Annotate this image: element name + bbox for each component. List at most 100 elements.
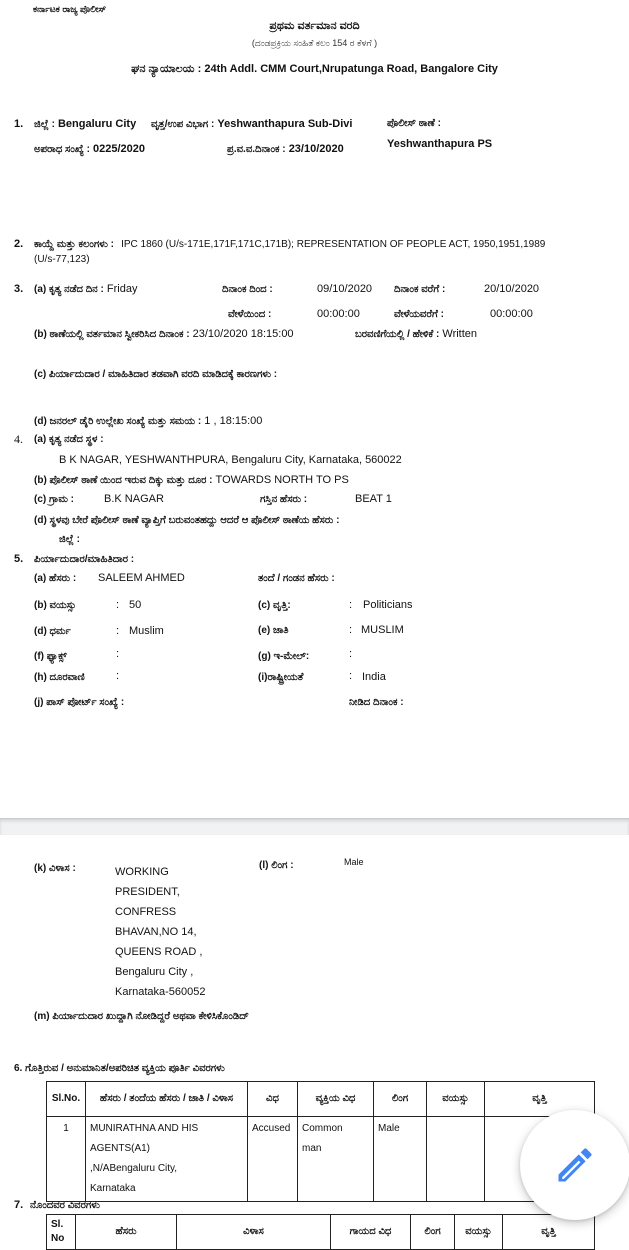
email-label: (g) ಇ-ಮೇಲ್: bbox=[258, 651, 310, 662]
col-header-age: ವಯಸ್ಸು bbox=[454, 1214, 503, 1250]
edit-fab-button[interactable] bbox=[520, 1110, 629, 1220]
fax-colon: : bbox=[116, 648, 120, 660]
occupation-value: Politicians bbox=[363, 599, 413, 611]
offence-day-field: (a) ಕೃತ್ಯ ನಡೆದ ದಿನ : Friday bbox=[34, 283, 137, 295]
subdivision-value: Yeshwanthapura Sub-Divi bbox=[217, 118, 353, 130]
cell-type: Accused bbox=[247, 1116, 298, 1202]
col-header-name-address: ಹೆಸರು / ತಂದೆಯ ಹೆಸರು / ಜಾತಿ / ವಿಳಾಸ bbox=[85, 1081, 248, 1117]
address-value: WORKING PRESIDENT, CONFRESS BHAVAN,NO 14… bbox=[115, 862, 206, 1002]
place-of-occurrence-value: B K NAGAR, YESHWANTHPURA, Bengaluru City… bbox=[59, 454, 402, 466]
district-label: ಜಿಲ್ಲೆ : bbox=[34, 119, 55, 130]
religion-label: (d) ಧರ್ಮ bbox=[34, 626, 71, 637]
col-header-occupation: ವೃತ್ತಿ bbox=[502, 1214, 595, 1250]
victims-table: Sl. No ಹೆಸರು ವಿಳಾಸ ಗಾಯದ ವಿಧ ಲಿಂಗ ವಯಸ್ಸು … bbox=[46, 1214, 595, 1250]
cell-name-address: MUNIRATHNA AND HIS AGENTS(A1) ,N/ABengal… bbox=[85, 1116, 248, 1202]
name-line: ,N/ABengaluru City, bbox=[90, 1163, 178, 1174]
age-label: (b) ವಯಸ್ಸು bbox=[34, 600, 77, 611]
col-header-gender: ಲಿಂಗ bbox=[410, 1214, 455, 1250]
written-oral-label: ಬರವಣಿಗೆಯಲ್ಲಿ / ಹೇಳಿಕೆ : bbox=[355, 329, 440, 340]
col-header-injury-type: ಗಾಯದ ವಿಧ bbox=[330, 1214, 411, 1250]
address-line: PRESIDENT, bbox=[115, 886, 180, 898]
acts-label: ಕಾಯ್ದೆ ಮತ್ತು ಕಲಂಗಳು : bbox=[34, 239, 114, 250]
address-line: QUEENS ROAD , bbox=[115, 946, 203, 958]
time-from-label: ವೇಳೆಯಿಂದ : bbox=[228, 309, 272, 320]
acts-value-line-1: IPC 1860 (U/s-171E,171F,171C,171B); REPR… bbox=[121, 239, 546, 250]
beat-value: BEAT 1 bbox=[355, 493, 392, 505]
general-diary-label: (d) ಜನರಲ್ ಡೈರಿ ಉಲ್ಲೇಖ ಸಂಖ್ಯೆ ಮತ್ತು ಸಮಯ : bbox=[34, 416, 202, 427]
fir-date-value: 23/10/2020 bbox=[288, 143, 344, 155]
col-header-type: ವಿಧ bbox=[247, 1081, 298, 1117]
direction-distance-label: (b) ಪೊಲೀಸ್ ಠಾಣೆ ಯಿಂದ ಇರುವ ದಿಕ್ಕು ಮತ್ತು ದ… bbox=[34, 475, 213, 486]
info-received-value: 23/10/2020 18:15:00 bbox=[192, 328, 294, 340]
village-value: B.K NAGAR bbox=[104, 493, 164, 505]
section-7-number: 7. bbox=[14, 1199, 24, 1211]
person-type-line: man bbox=[302, 1143, 322, 1154]
other-ps-label: (d) ಸ್ಥಳವು ಬೇರೆ ಪೊಲೀಸ್ ಠಾಣೆ ವ್ಯಾಪ್ತಿಗೆ ಬ… bbox=[34, 515, 340, 526]
address-line: WORKING bbox=[115, 866, 169, 878]
org-name: ಕರ್ನಾಟಕ ರಾಜ್ಯ ಪೊಲೀಸ್ bbox=[33, 4, 107, 14]
address-label: (k) ವಿಳಾಸ : bbox=[34, 863, 76, 874]
cell-age bbox=[426, 1116, 485, 1202]
other-ps-district-label: ಜಿಲ್ಲೆ : bbox=[59, 534, 80, 545]
crime-number-label: ಅಪರಾಧ ಸಂಖ್ಯೆ : bbox=[34, 144, 90, 155]
address-line: CONFRESS bbox=[115, 906, 177, 918]
section-5-number: 5. bbox=[14, 553, 24, 565]
police-station-label: ಪೊಲೀಸ್ ಠಾಣೆ : bbox=[387, 118, 441, 129]
nationality-colon: : bbox=[349, 670, 353, 682]
person-type-line: Common bbox=[302, 1123, 343, 1134]
address-line: Bengaluru City , bbox=[115, 966, 194, 978]
section-4-number: 4. bbox=[14, 432, 23, 446]
cell-sl-no: 1 bbox=[46, 1116, 86, 1202]
name-line: Karnataka bbox=[90, 1183, 136, 1194]
name-line: MUNIRATHNA AND HIS bbox=[90, 1123, 199, 1134]
district-field: ಜಿಲ್ಲೆ : Bengaluru City bbox=[34, 118, 136, 130]
delay-reasons-label: (c) ಪಿರ್ಯಾದುದಾರ / ಮಾಹಿತಿದಾರ ತಡವಾಗಿ ವರದಿ … bbox=[34, 369, 278, 380]
passport-number-label: (j) ಪಾಸ್ ಪೋರ್ಟ್ ಸಂಖ್ಯೆ : bbox=[34, 697, 125, 708]
col-header-sl-no: Sl.No. bbox=[46, 1081, 86, 1117]
district-value: Bengaluru City bbox=[57, 118, 137, 130]
accused-table-header: Sl.No. ಹೆಸರು / ತಂದೆಯ ಹೆಸರು / ಜಾತಿ / ವಿಳಾ… bbox=[46, 1081, 595, 1117]
nationality-label: (i)ರಾಷ್ಟ್ರೀಯತೆ bbox=[258, 672, 304, 683]
nationality-value: India bbox=[362, 671, 386, 683]
address-line: BHAVAN,NO 14, bbox=[115, 926, 197, 938]
time-from-value: 00:00:00 bbox=[317, 308, 360, 320]
col-header-person-type: ವ್ಯಕ್ತಿಯ ವಿಧ bbox=[297, 1081, 374, 1117]
occupation-label: (c) ವೃತ್ತಿ: bbox=[258, 600, 291, 611]
phone-label: (h) ದೂರವಾಣಿ bbox=[34, 672, 85, 683]
pencil-edit-icon bbox=[558, 1148, 592, 1182]
accused-table: Sl.No. ಹೆಸರು / ತಂದೆಯ ಹೆಸರು / ಜಾತಿ / ವಿಳಾ… bbox=[46, 1081, 595, 1202]
document-page-1: ಕರ್ನಾಟಕ ರಾಜ್ಯ ಪೊಲೀಸ್ ಪ್ರಥಮ ವರ್ತಮಾನ ವರದಿ … bbox=[0, 0, 629, 818]
offence-day-value: Friday bbox=[106, 283, 138, 295]
court-line: ಘನ ನ್ಯಾಯಾಲಯ : 24th Addl. CMM Court,Nrupa… bbox=[0, 63, 629, 76]
written-oral-value: Written bbox=[442, 328, 478, 340]
acts-value-line-2: (U/s-77,123) bbox=[34, 254, 90, 265]
section-7-title: ನೊಂದವರ ವಿವರಗಳು bbox=[30, 1200, 100, 1211]
date-to-value: 20/10/2020 bbox=[484, 283, 540, 295]
table-row: 1 MUNIRATHNA AND HIS AGENTS(A1) ,N/ABeng… bbox=[46, 1116, 595, 1202]
phone-colon: : bbox=[116, 670, 120, 682]
court-value: 24th Addl. CMM Court,Nrupatunga Road, Ba… bbox=[204, 63, 498, 75]
victims-table-header: Sl. No ಹೆಸರು ವಿಳಾಸ ಗಾಯದ ವಿಧ ಲಿಂಗ ವಯಸ್ಸು … bbox=[46, 1214, 595, 1250]
age-colon: : bbox=[116, 599, 120, 611]
gender-label: (l) ಲಿಂಗ : bbox=[259, 860, 294, 871]
page-break-gap bbox=[0, 818, 629, 836]
age-value: 50 bbox=[129, 599, 142, 611]
religion-value: Muslim bbox=[129, 625, 164, 637]
fax-label: (f) ಫ್ಯಾಕ್ಸ್ bbox=[34, 651, 67, 662]
passport-issue-date-label: ನೀಡಿದ ದಿನಾಂಕ : bbox=[349, 697, 404, 708]
email-colon: : bbox=[349, 648, 353, 660]
gender-value: Male bbox=[344, 857, 364, 867]
crime-number-field: ಅಪರಾಧ ಸಂಖ್ಯೆ : 0225/2020 bbox=[34, 143, 145, 155]
section-3-number: 3. bbox=[14, 283, 24, 295]
direction-distance-value: TOWARDS NORTH TO PS bbox=[215, 474, 349, 486]
section-1-number: 1. bbox=[14, 118, 24, 130]
info-received-field: (b) ಠಾಣೆಯಲ್ಲಿ ವರ್ತಮಾನ ಸ್ವೀಕರಿಸಿದ ದಿನಾಂಕ … bbox=[34, 328, 294, 340]
name-label: (a) ಹೆಸರು : bbox=[34, 573, 77, 584]
caste-value: MUSLIM bbox=[361, 624, 404, 636]
col-header-sl-no: Sl. No bbox=[46, 1214, 76, 1250]
col-header-name: ಹೆಸರು bbox=[75, 1214, 177, 1250]
offence-day-label: (a) ಕೃತ್ಯ ನಡೆದ ದಿನ : bbox=[34, 284, 104, 295]
name-value: SALEEM AHMED bbox=[98, 572, 185, 584]
eyewitness-label: (m) ಪಿರ್ಯಾದುದಾರ ಖುದ್ದಾಗಿ ನೋಡಿದ್ದರೆ ಅಥವಾ … bbox=[34, 1011, 249, 1022]
cell-gender: Male bbox=[373, 1116, 427, 1202]
